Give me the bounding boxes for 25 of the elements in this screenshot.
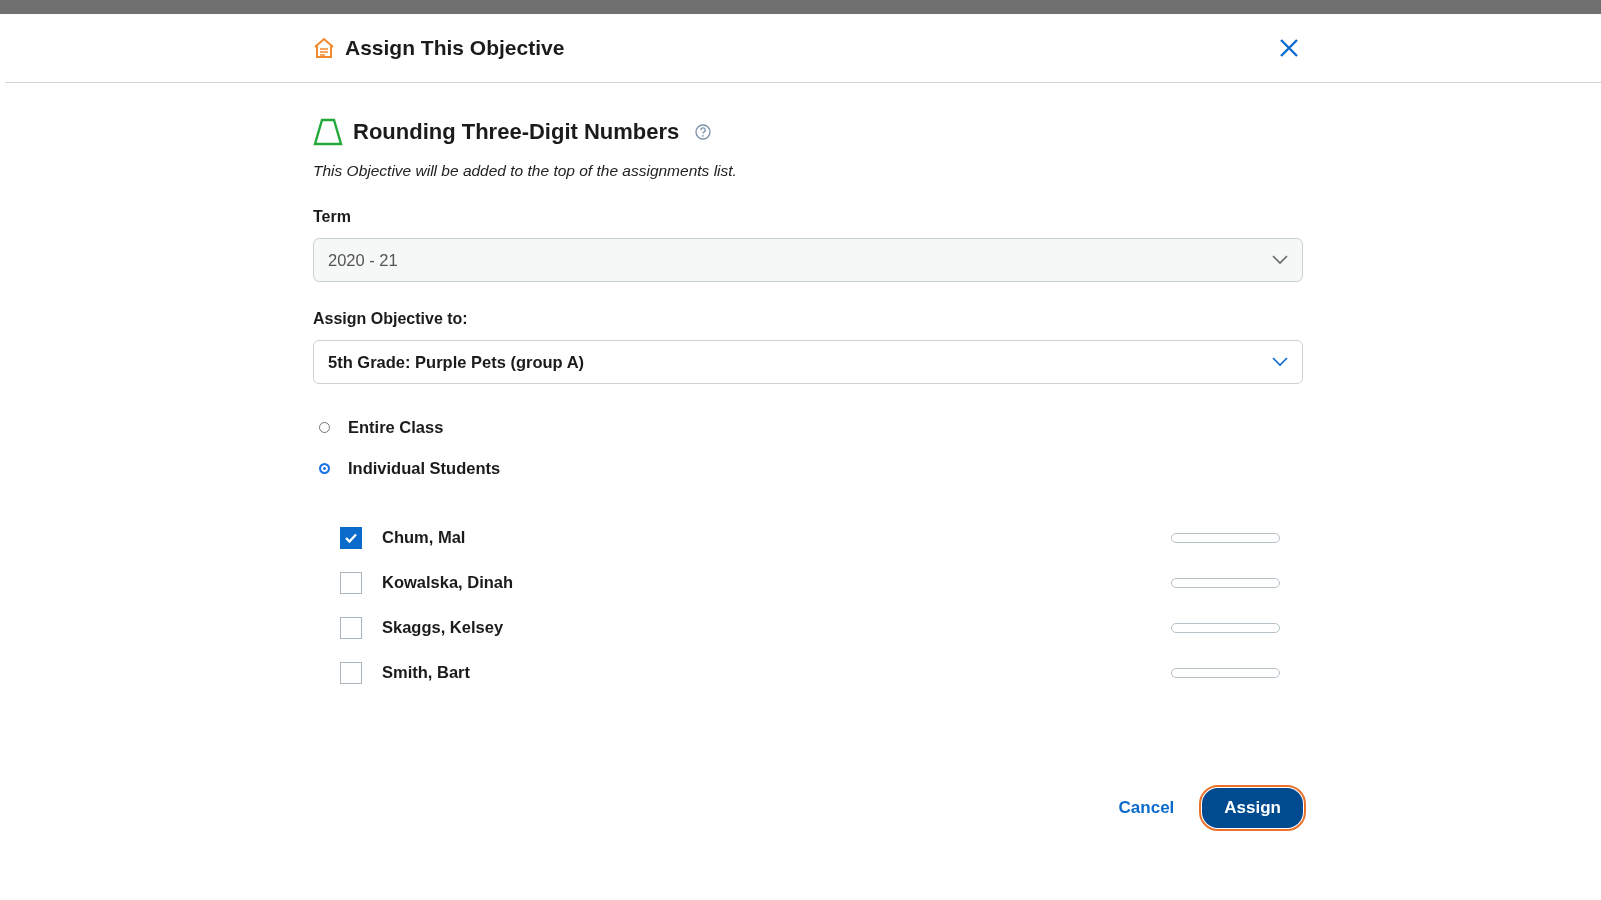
trapezoid-icon (313, 118, 343, 146)
objective-note: This Objective will be added to the top of the assignments list. (313, 162, 738, 180)
checkbox[interactable] (340, 571, 362, 594)
dialog-title: Assign This Objective (345, 36, 566, 60)
term-label: Term (313, 208, 352, 226)
checkbox[interactable] (340, 616, 362, 639)
radio-label[interactable]: Entire Class (348, 418, 444, 437)
assign-button[interactable]: Assign (1202, 788, 1303, 828)
chevron-down-icon (1272, 255, 1288, 265)
student-name: Kowalska, Dinah (382, 573, 515, 592)
close-icon[interactable] (1279, 38, 1299, 58)
chevron-down-icon (1272, 357, 1288, 367)
help-icon[interactable] (695, 124, 712, 140)
radio-label[interactable]: Individual Students (348, 459, 501, 478)
radio-button[interactable] (319, 463, 330, 474)
student-name: Skaggs, Kelsey (382, 618, 505, 637)
student-name: Chum, Mal (382, 528, 467, 547)
cancel-link[interactable]: Cancel (1118, 798, 1175, 818)
house-document-icon (313, 37, 335, 59)
checkbox[interactable] (340, 526, 362, 549)
assign-to-label: Assign Objective to: (313, 310, 469, 328)
objective-title: Rounding Three-Digit Numbers (353, 119, 680, 145)
checkbox[interactable] (340, 661, 362, 684)
student-name: Smith, Bart (382, 663, 471, 682)
class-dropdown[interactable]: 5th Grade: Purple Pets (group A) (313, 340, 1303, 384)
